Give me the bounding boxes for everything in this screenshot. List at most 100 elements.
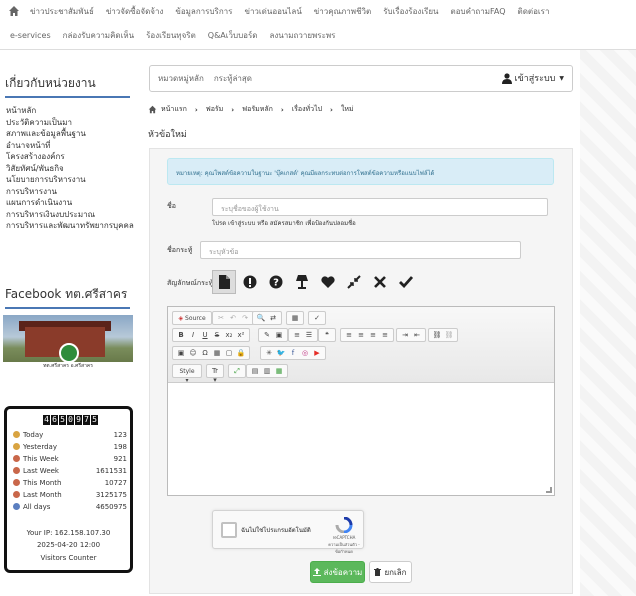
person-icon: [13, 467, 20, 474]
breadcrumb-item[interactable]: เรื่องทั่วไป: [292, 104, 322, 115]
document-icon[interactable]: [212, 270, 236, 294]
maximize-icon[interactable]: ⤢: [233, 367, 242, 376]
code-icon[interactable]: ✳: [265, 349, 274, 358]
svg-text:?: ?: [273, 278, 279, 289]
category-link[interactable]: หมวดหมู่หลัก: [158, 72, 204, 85]
question-icon[interactable]: ?: [264, 270, 288, 294]
sidebar-item[interactable]: ประวัติความเป็นมา: [6, 117, 136, 129]
compress-icon[interactable]: [342, 270, 366, 294]
save-icon[interactable]: ▦: [275, 367, 284, 376]
facebook-icon[interactable]: f: [289, 349, 298, 358]
replace-icon[interactable]: ⇄: [269, 314, 278, 323]
subject-input[interactable]: ระบุหัวข้อ: [200, 241, 521, 259]
nav-item[interactable]: ตอบคำถามFAQ: [451, 5, 506, 18]
nav-item[interactable]: ข้อมูลการบริการ: [175, 5, 232, 18]
breadcrumb: หน้าแรก › ฟอรัม › ฟอรัมหลัก › เรื่องทั่วไป › ใหม…: [148, 104, 354, 115]
sidebar-item[interactable]: โครงสร้างองค์กร: [6, 151, 136, 163]
style-dropdown[interactable]: Style ▾: [177, 367, 198, 384]
nav-item[interactable]: ร้องเรียนทุจริต: [146, 29, 196, 42]
bullet-list-icon[interactable]: ☰: [305, 331, 314, 340]
blockquote-icon[interactable]: ❝: [323, 331, 332, 340]
login-button[interactable]: เข้าสู่ระบบ ▼: [501, 71, 564, 85]
nav-item[interactable]: e-services: [10, 31, 51, 40]
undo-icon[interactable]: ↶: [229, 314, 238, 323]
cancel-button[interactable]: ยกเลิก: [369, 561, 412, 583]
nav-item[interactable]: ข่าวคุณภาพชีวิต: [314, 5, 371, 18]
nav-item[interactable]: ติดต่อเรา: [518, 5, 550, 18]
source-button[interactable]: ◈ Source: [177, 314, 208, 323]
table-icon[interactable]: ▦: [213, 349, 222, 358]
copy-format-icon[interactable]: ▣: [275, 331, 284, 340]
subscript-icon[interactable]: x₂: [225, 331, 234, 340]
iframe-icon[interactable]: ▢: [225, 349, 234, 358]
submit-button[interactable]: ส่งข้อความ: [310, 561, 365, 583]
counter-label: This Month: [23, 478, 62, 487]
bold-icon[interactable]: B: [177, 331, 186, 340]
sidebar-item[interactable]: วิสัยทัศน์/พันธกิจ: [6, 163, 136, 175]
nav-item[interactable]: กล่องรับความคิดเห็น: [63, 29, 134, 42]
heart-icon[interactable]: [316, 270, 340, 294]
strike-icon[interactable]: S: [213, 331, 222, 340]
breadcrumb-item[interactable]: ฟอรัมหลัก: [242, 104, 273, 115]
nav-item[interactable]: ข่าวจัดซื้อจัดจ้าง: [106, 5, 164, 18]
twitter-icon[interactable]: 🐦: [277, 349, 286, 358]
latest-topics-link[interactable]: กระทู้ล่าสุด: [214, 72, 252, 85]
breadcrumb-item[interactable]: ฟอรัม: [206, 104, 224, 115]
nav-row-secondary: e-services กล่องรับความคิดเห็น ร้องเรียนทุ…: [0, 24, 347, 46]
align-justify-icon[interactable]: ≡: [381, 331, 390, 340]
smiley-icon[interactable]: ☺: [189, 349, 198, 358]
italic-icon[interactable]: I: [189, 331, 198, 340]
nav-item[interactable]: Q&Aเว็บบอร์ด: [208, 29, 258, 42]
person-icon: [13, 503, 20, 510]
sidebar-item[interactable]: อำนาจหน้าที่: [6, 140, 136, 152]
image-icon[interactable]: ▣: [177, 349, 186, 358]
nav-item[interactable]: ข่าวประชาสัมพันธ์: [30, 5, 94, 18]
sidebar-item[interactable]: การบริหารและพัฒนาทรัพยากรบุคคล: [6, 220, 136, 232]
rtl-icon[interactable]: ⇤: [413, 331, 422, 340]
font-size-icon[interactable]: Tr ▾: [211, 367, 220, 384]
breadcrumb-item[interactable]: หน้าแรก: [161, 104, 187, 115]
link-icon[interactable]: ⛓: [433, 331, 442, 340]
exclamation-icon[interactable]: [238, 270, 262, 294]
nav-item[interactable]: รับเรื่องร้องเรียน: [383, 5, 438, 18]
redo-icon[interactable]: ↷: [241, 314, 250, 323]
resize-handle[interactable]: [546, 487, 552, 493]
counter-row: Last Week 1611531: [13, 465, 127, 476]
cut-icon[interactable]: ✂: [217, 314, 226, 323]
align-left-icon[interactable]: ≡: [345, 331, 354, 340]
check-icon[interactable]: [394, 270, 418, 294]
nav-item[interactable]: ลงนามถวายพระพร: [269, 29, 335, 42]
align-center-icon[interactable]: ≡: [357, 331, 366, 340]
sidebar-item[interactable]: การบริหารเงินงบประมาณ: [6, 209, 136, 221]
close-icon[interactable]: [368, 270, 392, 294]
instagram-icon[interactable]: ◎: [301, 349, 310, 358]
home-icon[interactable]: [148, 105, 157, 114]
preview-icon[interactable]: ▤: [251, 367, 260, 376]
ltr-icon[interactable]: ⇥: [401, 331, 410, 340]
numbered-list-icon[interactable]: ≡: [293, 331, 302, 340]
special-char-icon[interactable]: Ω: [201, 349, 210, 358]
sidebar-item[interactable]: นโยบายการบริหารงาน: [6, 174, 136, 186]
name-input[interactable]: ระบุชื่อของผู้ใช้งาน: [212, 198, 548, 216]
nav-item[interactable]: ข่าวเด่นออนไลน์: [244, 5, 301, 18]
captcha-checkbox[interactable]: [221, 522, 237, 538]
remove-format-icon[interactable]: ✎: [263, 331, 272, 340]
home-icon[interactable]: [8, 5, 20, 17]
superscript-icon[interactable]: x²: [237, 331, 246, 340]
find-icon[interactable]: 🔍: [257, 314, 266, 323]
recaptcha-terms[interactable]: ความเป็นส่วนตัว - ข้อกำหนด: [328, 541, 360, 555]
template-icon[interactable]: ▥: [263, 367, 272, 376]
video-icon[interactable]: ▶: [313, 349, 322, 358]
underline-icon[interactable]: U: [201, 331, 210, 340]
unlink-icon[interactable]: ⛓: [445, 331, 454, 340]
sidebar-item[interactable]: สภาพและข้อมูลพื้นฐาน: [6, 128, 136, 140]
sidebar-item[interactable]: การบริหารงาน: [6, 186, 136, 198]
align-right-icon[interactable]: ≡: [369, 331, 378, 340]
spellcheck-icon[interactable]: ✓: [313, 314, 322, 323]
sidebar-item[interactable]: แผนการดำเนินงาน: [6, 197, 136, 209]
lock-icon[interactable]: 🔒: [237, 349, 246, 358]
forum-topbar: หมวดหมู่หลัก กระทู้ล่าสุด เข้าสู่ระบบ ▼: [149, 65, 573, 92]
select-all-icon[interactable]: ▦: [291, 314, 300, 323]
sidebar-item[interactable]: หน้าหลัก: [6, 105, 136, 117]
lamp-icon[interactable]: [290, 270, 314, 294]
